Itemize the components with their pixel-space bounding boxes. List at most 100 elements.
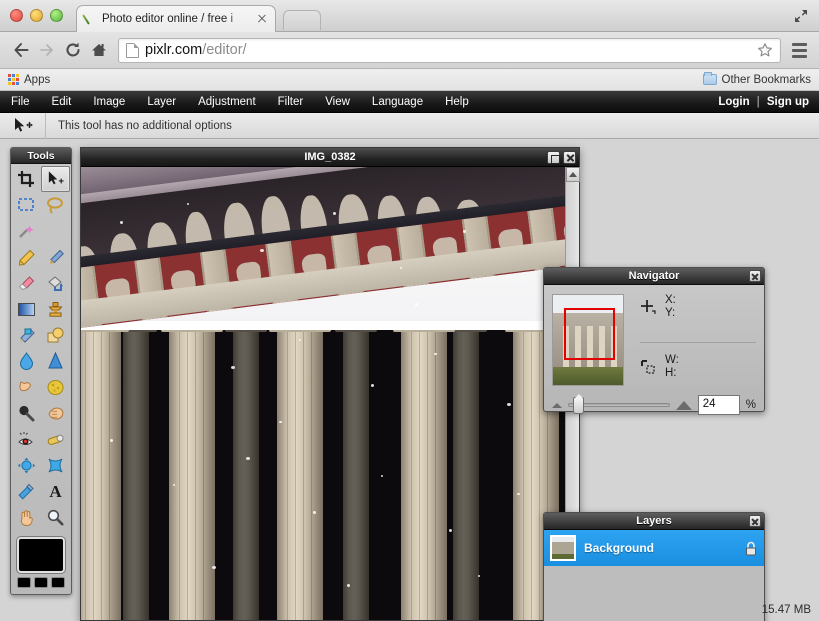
layers-panel-title: Layers: [544, 513, 764, 530]
window-traffic-lights: [10, 9, 63, 22]
close-icon[interactable]: [255, 12, 269, 26]
crop-tool[interactable]: [12, 166, 41, 192]
burn-tool[interactable]: [41, 400, 70, 426]
menu-view[interactable]: View: [314, 91, 361, 113]
navigator-wh-labels: W: H:: [665, 354, 679, 380]
bloat-tool[interactable]: [12, 452, 41, 478]
gradient-tool[interactable]: [12, 296, 41, 322]
menu-help[interactable]: Help: [434, 91, 480, 113]
layer-name: Background: [584, 541, 654, 555]
drawing-shape-tool[interactable]: [41, 322, 70, 348]
bookmarks-bar: Apps Other Bookmarks: [0, 69, 819, 91]
layer-row-background[interactable]: Background: [544, 530, 764, 566]
home-icon[interactable]: [86, 37, 112, 63]
close-icon[interactable]: [563, 151, 576, 164]
back-icon[interactable]: [8, 37, 34, 63]
image-canvas[interactable]: [81, 167, 565, 620]
url-domain: pixlr.com: [145, 42, 202, 58]
layers-panel: Layers Background: [543, 512, 765, 621]
pencil-tool[interactable]: [12, 244, 41, 270]
lasso-tool[interactable]: [41, 192, 70, 218]
menu-layer[interactable]: Layer: [136, 91, 187, 113]
tools-grid: A: [11, 164, 71, 532]
menu-adjustment[interactable]: Adjustment: [187, 91, 267, 113]
sharpen-tool[interactable]: [41, 348, 70, 374]
color-swatch-1[interactable]: [17, 577, 31, 588]
other-bookmarks-shortcut[interactable]: Other Bookmarks: [703, 74, 811, 86]
color-picker-tool[interactable]: [12, 478, 41, 504]
document-titlebar[interactable]: IMG_0382: [81, 148, 579, 167]
page-document-icon: [126, 43, 139, 58]
type-tool[interactable]: A: [41, 478, 70, 504]
tool-options-text: This tool has no additional options: [46, 120, 232, 132]
address-bar[interactable]: pixlr.com/editor/: [118, 38, 781, 63]
apps-shortcut[interactable]: Apps: [8, 74, 50, 86]
sponge-tool[interactable]: [41, 374, 70, 400]
red-eye-tool[interactable]: [12, 426, 41, 452]
zoom-slider-handle[interactable]: [573, 397, 584, 414]
color-swatch-3[interactable]: [51, 577, 65, 588]
app-menubar: File Edit Image Layer Adjustment Filter …: [0, 91, 819, 113]
navigator-viewport-rect[interactable]: [564, 308, 615, 360]
zoom-slider[interactable]: [568, 403, 670, 407]
browser-toolbar: pixlr.com/editor/: [0, 32, 819, 69]
layers-list[interactable]: Background: [544, 530, 764, 621]
zoom-in-icon[interactable]: [676, 401, 692, 410]
reload-icon[interactable]: [60, 37, 86, 63]
marquee-select-tool[interactable]: [12, 192, 41, 218]
forward-icon[interactable]: [34, 37, 60, 63]
selection-size-icon: [640, 359, 656, 375]
navigator-xy-labels: X: Y:: [665, 294, 676, 320]
brush-tool[interactable]: [41, 244, 70, 270]
new-tab-button[interactable]: [283, 10, 321, 30]
fullscreen-icon[interactable]: [793, 8, 809, 24]
clone-stamp-tool[interactable]: [41, 296, 70, 322]
dodge-tool[interactable]: [12, 400, 41, 426]
layers-title-text: Layers: [636, 515, 671, 527]
blur-tool[interactable]: [12, 348, 41, 374]
paint-bucket-tool[interactable]: [41, 270, 70, 296]
maximize-icon[interactable]: [547, 151, 560, 164]
navigator-thumbnail[interactable]: [552, 294, 624, 386]
close-icon[interactable]: [749, 270, 761, 282]
crosshair-icon: [640, 299, 656, 315]
zoom-tool[interactable]: [41, 504, 70, 530]
menu-image[interactable]: Image: [82, 91, 136, 113]
close-icon[interactable]: [749, 515, 761, 527]
tools-panel-title: Tools: [11, 148, 71, 164]
chrome-menu-icon[interactable]: [787, 37, 811, 63]
browser-tab[interactable]: Photo editor online / free i: [76, 5, 276, 32]
smudge-tool[interactable]: [12, 374, 41, 400]
browser-titlebar: Photo editor online / free i: [0, 0, 819, 32]
image-document-window: IMG_0382: [80, 147, 580, 621]
navigator-title-text: Navigator: [629, 270, 680, 282]
pinch-tool[interactable]: [41, 452, 70, 478]
bookmark-star-icon[interactable]: [754, 39, 776, 61]
replace-color-tool[interactable]: [12, 322, 41, 348]
scroll-up-icon[interactable]: [566, 167, 580, 182]
color-swatch-2[interactable]: [34, 577, 48, 588]
menu-file[interactable]: File: [0, 91, 41, 113]
menu-language[interactable]: Language: [361, 91, 434, 113]
menu-filter[interactable]: Filter: [267, 91, 315, 113]
move-tool[interactable]: [41, 166, 70, 192]
lock-icon[interactable]: [744, 541, 758, 556]
eraser-tool[interactable]: [12, 270, 41, 296]
maximize-window-button[interactable]: [50, 9, 63, 22]
workspace: Tools: [0, 139, 819, 621]
document-title: IMG_0382: [304, 151, 355, 163]
spot-heal-tool[interactable]: [41, 426, 70, 452]
zoom-out-icon[interactable]: [552, 403, 562, 408]
wand-select-tool[interactable]: [12, 218, 41, 244]
minimize-window-button[interactable]: [30, 9, 43, 22]
login-link[interactable]: Login: [718, 96, 749, 108]
move-tool-icon: [0, 113, 46, 139]
primary-color-swatch[interactable]: [17, 537, 65, 573]
zoom-value-input[interactable]: 24: [698, 395, 740, 415]
pixlr-editor: File Edit Image Layer Adjustment Filter …: [0, 91, 819, 621]
menu-edit[interactable]: Edit: [41, 91, 83, 113]
close-window-button[interactable]: [10, 9, 23, 22]
hand-tool[interactable]: [12, 504, 41, 530]
signup-link[interactable]: Sign up: [767, 96, 809, 108]
navigator-body: X: Y: W: H:: [544, 285, 764, 390]
